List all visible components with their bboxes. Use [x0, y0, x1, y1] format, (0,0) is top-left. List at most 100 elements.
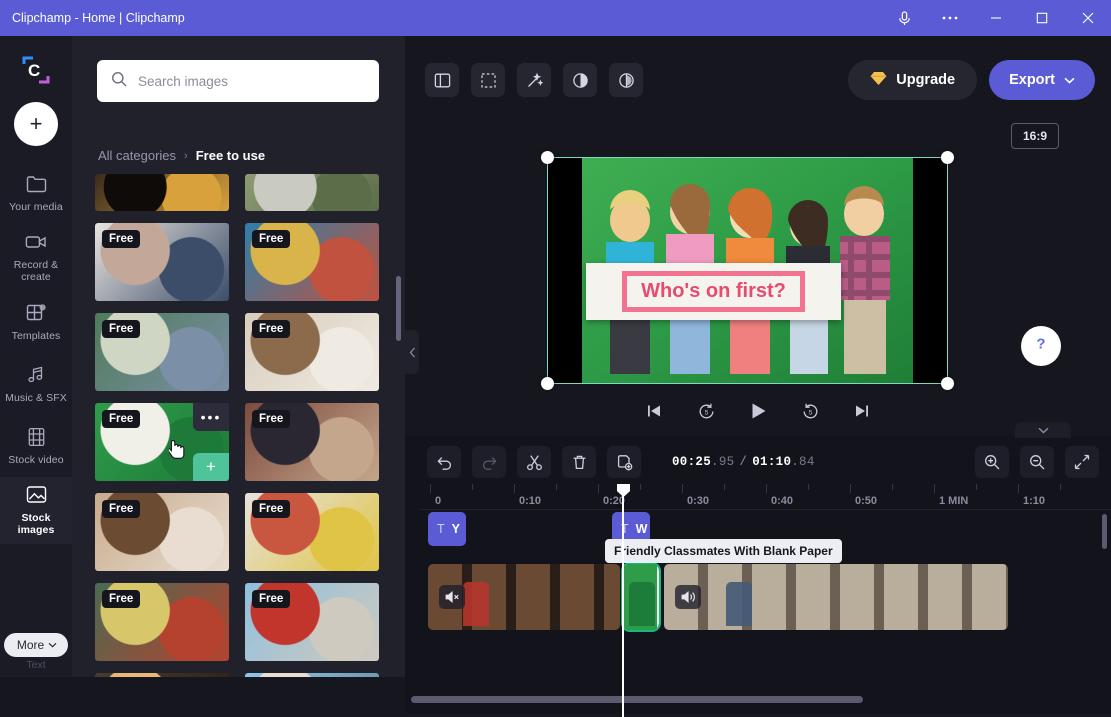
thumbnail-image [245, 673, 379, 677]
thumbnail-image [95, 174, 229, 211]
templates-icon [26, 301, 47, 325]
sidebar-item-templates[interactable]: Templates [0, 291, 72, 353]
toolbar-right-group: Upgrade Export [848, 60, 1095, 100]
friends-at-table-image[interactable]: Free [95, 493, 229, 571]
more-button[interactable]: More [3, 633, 69, 657]
aspect-ratio-badge[interactable]: 16:9 [1011, 123, 1059, 149]
panel-collapse-button[interactable] [405, 330, 419, 374]
students-in-library-image[interactable]: Free [245, 223, 379, 301]
timeline-vertical-scrollbar[interactable] [1102, 514, 1107, 549]
maximize-icon[interactable] [1019, 0, 1065, 36]
skip-to-end-button[interactable] [849, 398, 875, 424]
minimize-icon[interactable] [973, 0, 1019, 36]
friendly-classmates-clip[interactable] [621, 562, 661, 632]
sidebar-item-music-sfx[interactable]: Music & SFX [0, 353, 72, 415]
chevron-down-icon [1064, 77, 1075, 84]
duplicate-button[interactable] [607, 446, 641, 478]
sidebar-item-stock-video[interactable]: Stock video [0, 415, 72, 477]
marching-band-clip[interactable] [664, 564, 1008, 630]
mother-and-daughter-image[interactable]: Free [95, 223, 229, 301]
couple-in-bookstore-image[interactable]: Free [245, 403, 379, 481]
forward-5-seconds-button[interactable]: 5 [797, 398, 823, 424]
timeline-ruler[interactable]: 0 0:10 0:20 0:30 0:40 0:50 1 MIN 1:10 [420, 484, 1111, 510]
stock-image-grid: Free Free Free Free Free ••• + Free Free Free Free… [95, 174, 395, 677]
help-button[interactable]: ? [1021, 326, 1061, 366]
text-clip-y[interactable]: TY [428, 512, 466, 546]
crop-icon[interactable] [471, 63, 505, 97]
split-button[interactable] [517, 446, 551, 478]
for-sale-sign-image[interactable]: Free [245, 583, 379, 661]
audio-muted-icon[interactable] [439, 585, 465, 609]
delete-button[interactable] [562, 446, 596, 478]
thumbnail-more-options-icon[interactable]: ••• [193, 403, 229, 431]
upgrade-button[interactable]: Upgrade [848, 60, 978, 100]
children-reading-image[interactable]: Free [245, 493, 379, 571]
search-icon [111, 71, 127, 92]
video-track [420, 562, 1111, 632]
timecode-separator: / [739, 455, 748, 469]
current-time-main: 00:25 [672, 455, 712, 469]
microphone-icon[interactable] [881, 0, 927, 36]
coffee-and-pastry-image[interactable]: Free [245, 313, 379, 391]
resize-handle-bottom-left[interactable] [541, 377, 554, 390]
close-icon[interactable] [1065, 0, 1111, 36]
chevron-left-icon [409, 347, 415, 357]
zoom-out-icon[interactable] [1020, 446, 1054, 478]
upgrade-label: Upgrade [896, 72, 956, 88]
sidebar-item-record-create[interactable]: Record & create [0, 224, 72, 291]
zoom-in-icon[interactable] [975, 446, 1009, 478]
preview-canvas[interactable]: Who's on first? [541, 151, 954, 390]
rewind-5-seconds-button[interactable]: 5 [693, 398, 719, 424]
layout-icon[interactable] [425, 63, 459, 97]
left-navigation-rail: C + Your media Record & create Templates… [0, 36, 72, 677]
timeline-horizontal-scrollbar[interactable] [411, 696, 863, 703]
play-button[interactable] [745, 398, 771, 424]
resize-handle-top-right[interactable] [941, 151, 954, 164]
ruler-tick [934, 484, 935, 493]
clip-tooltip: Friendly Classmates With Blank Paper [605, 539, 842, 563]
svg-text:5: 5 [808, 409, 812, 416]
redo-button[interactable] [472, 446, 506, 478]
timeline-collapse-button[interactable] [1015, 422, 1071, 438]
sidebar-item-stock-images[interactable]: Stock images [0, 476, 72, 544]
contrast-icon[interactable] [563, 63, 597, 97]
free-badge: Free [102, 410, 141, 428]
svg-text:?: ? [1036, 335, 1045, 352]
search-input[interactable] [138, 73, 358, 89]
friendly-classmates-with-blank-paper-image[interactable]: Free ••• + [95, 403, 229, 481]
panel-scrollbar[interactable] [396, 276, 401, 341]
house-keys-image[interactable]: Free [245, 673, 379, 677]
magic-wand-icon[interactable] [517, 63, 551, 97]
video-preview-area: Who's on first? [405, 116, 1111, 396]
fade-icon[interactable] [609, 63, 643, 97]
ruler-tick-minor [808, 484, 809, 490]
ruler-tick [682, 484, 683, 493]
free-badge: Free [252, 410, 291, 428]
undo-button[interactable] [427, 446, 461, 478]
ruler-tick [430, 484, 431, 493]
more-options-icon[interactable] [927, 0, 973, 36]
total-time-main: 01:10 [752, 455, 792, 469]
resize-handle-bottom-right[interactable] [941, 377, 954, 390]
export-button[interactable]: Export [989, 60, 1095, 100]
sidebar-item-your-media[interactable]: Your media [0, 162, 72, 224]
rail-item-list: Your media Record & create Templates Mus… [0, 162, 72, 544]
house-hands-image[interactable]: Free [95, 673, 229, 677]
ruler-tick-minor [1060, 484, 1061, 490]
dogs-on-path-image[interactable] [245, 174, 379, 211]
resize-handle-top-left[interactable] [541, 151, 554, 164]
editor-stage: Upgrade Export Who's on first? 5 5 00:25… [405, 36, 1111, 717]
classroom-hands-up-image[interactable]: Free [95, 313, 229, 391]
search-images-box[interactable] [97, 60, 379, 102]
add-to-timeline-button[interactable]: + [193, 453, 229, 481]
kids-with-globe-image[interactable]: Free [95, 583, 229, 661]
skip-to-start-button[interactable] [641, 398, 667, 424]
fireworks-image[interactable] [95, 174, 229, 211]
stock-images-panel: All categories › Free to use FreeFreeFre… [72, 36, 405, 677]
spiderman-clip[interactable] [428, 564, 620, 630]
breadcrumb-all-categories[interactable]: All categories [98, 148, 176, 163]
fit-timeline-icon[interactable] [1065, 446, 1099, 478]
add-media-button[interactable]: + [14, 102, 58, 146]
audio-on-icon[interactable] [675, 585, 701, 609]
ruler-tick-minor [472, 484, 473, 490]
